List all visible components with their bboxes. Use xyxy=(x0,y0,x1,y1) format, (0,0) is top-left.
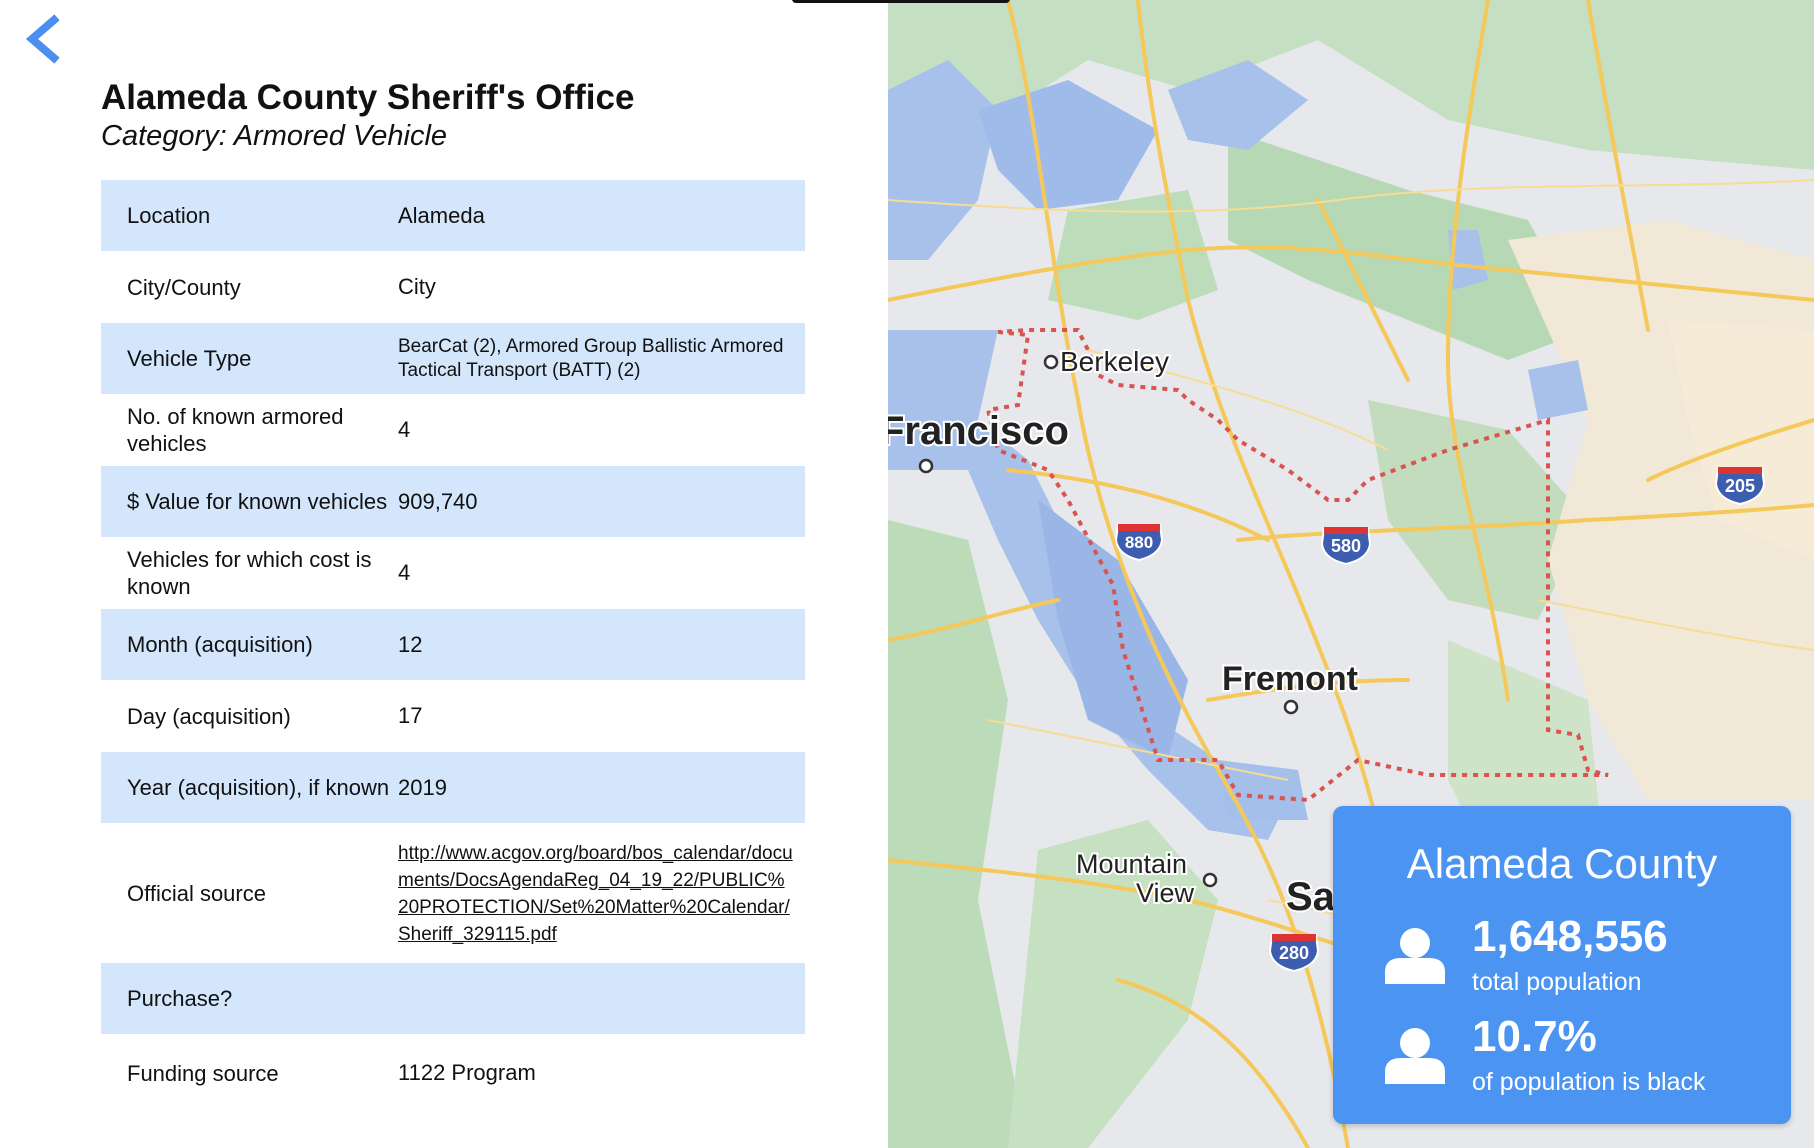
row-value: 12 xyxy=(398,631,423,657)
table-row: Official source http://www.acgov.org/boa… xyxy=(101,823,805,963)
row-label: Day (acquisition) xyxy=(127,703,291,729)
row-value: http://www.acgov.org/board/bos_calendar/… xyxy=(398,839,805,947)
map-label-sa: Sa xyxy=(1286,875,1336,919)
top-handle[interactable] xyxy=(792,0,1010,3)
i205-label: 205 xyxy=(1725,476,1755,496)
category-prefix: Category: xyxy=(101,120,227,152)
row-label: $ Value for known vehicles xyxy=(127,489,388,514)
row-value: Alameda xyxy=(398,202,485,228)
row-value: 909,740 xyxy=(398,488,478,514)
table-row: Funding source 1122 Program xyxy=(101,1034,805,1112)
table-row: Purchase? xyxy=(101,963,805,1034)
table-row: $ Value for known vehicles 909,740 xyxy=(101,466,805,537)
row-label: Vehicle Type xyxy=(127,346,252,371)
back-chevron-icon[interactable] xyxy=(22,14,66,64)
row-label: Location xyxy=(127,203,211,228)
table-row: Location Alameda xyxy=(101,180,805,251)
row-label: Year (acquisition), if known xyxy=(127,775,390,800)
row-label: Month (acquisition) xyxy=(127,632,313,657)
row-label: No. of known armored vehicles xyxy=(127,404,344,456)
map-label-view: View xyxy=(1136,878,1195,908)
i880-label: 880 xyxy=(1125,533,1153,552)
population-label: total population xyxy=(1472,968,1642,996)
row-label: Official source xyxy=(127,880,266,906)
black-pct-label: of population is black xyxy=(1472,1068,1706,1096)
official-source-link[interactable]: http://www.acgov.org/board/bos_calendar/… xyxy=(398,843,793,945)
row-value: 2019 xyxy=(398,774,447,800)
table-row: Year (acquisition), if known 2019 xyxy=(101,752,805,823)
page-title: Alameda County Sheriff's Office xyxy=(101,78,635,117)
details-table: Location Alameda City/County City Vehicl… xyxy=(101,180,805,1112)
row-value: BearCat (2), Armored Group Ballistic Arm… xyxy=(398,335,784,381)
row-label: Purchase? xyxy=(127,986,233,1011)
map-label-berkeley: Berkeley xyxy=(1060,346,1169,377)
row-label: Vehicles for which cost is known xyxy=(127,547,372,599)
row-value: 4 xyxy=(398,417,411,442)
person-icon xyxy=(1385,928,1445,984)
row-value: City xyxy=(398,274,436,299)
county-info-card: Alameda County 1,648,556 total populatio… xyxy=(1333,806,1791,1124)
row-value: 4 xyxy=(398,560,411,585)
i280-label: 280 xyxy=(1279,943,1309,963)
row-label: Funding source xyxy=(127,1060,279,1086)
row-value: 17 xyxy=(398,703,423,728)
category-value: Armored Vehicle xyxy=(233,120,448,152)
map-label-fremont: Fremont xyxy=(1222,660,1358,698)
map-label-francisco: Francisco xyxy=(888,409,1069,453)
table-row: Day (acquisition) 17 xyxy=(101,680,805,752)
detail-panel: Alameda County Sheriff's Office Category… xyxy=(0,0,888,1148)
county-name: Alameda County xyxy=(1406,840,1718,887)
table-row: Vehicle Type BearCat (2), Armored Group … xyxy=(101,323,805,394)
row-label: City/County xyxy=(127,274,241,300)
black-pct-value: 10.7% xyxy=(1472,1012,1597,1061)
table-row: Vehicles for which cost is known 4 xyxy=(101,537,805,609)
table-row: No. of known armored vehicles 4 xyxy=(101,394,805,466)
i580-label: 580 xyxy=(1331,536,1361,556)
table-row: City/County City xyxy=(101,251,805,323)
row-value: 1122 Program xyxy=(398,1060,536,1085)
population-value: 1,648,556 xyxy=(1472,912,1668,961)
person-icon xyxy=(1385,1028,1445,1084)
category-subtitle: Category: Armored Vehicle xyxy=(101,120,447,153)
table-row: Month (acquisition) 12 xyxy=(101,609,805,680)
map-label-mountain: Mountain xyxy=(1076,849,1187,879)
